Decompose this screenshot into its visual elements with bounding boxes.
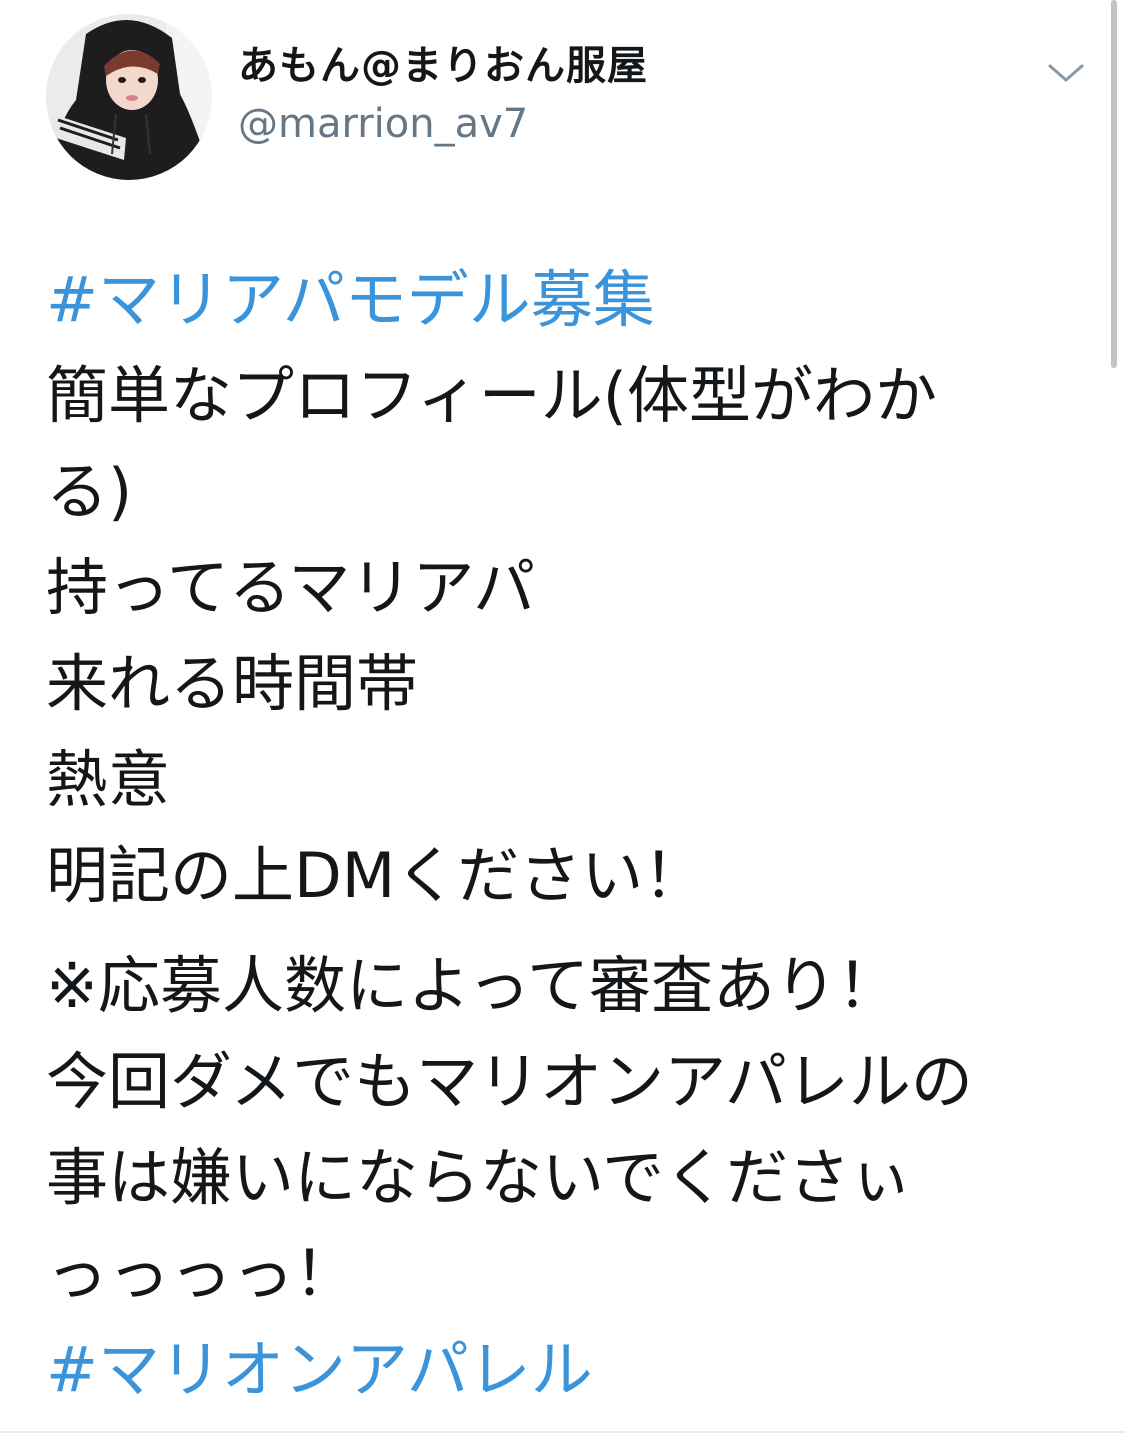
profile-photo-icon: [46, 14, 212, 180]
chevron-down-icon[interactable]: [1046, 58, 1086, 88]
user-handle[interactable]: @marrion_av7: [238, 96, 648, 152]
tweet-line: 熱意: [46, 743, 171, 816]
tweet-line: 今回ダメでもマリオンアパレルの: [46, 1045, 973, 1118]
display-name[interactable]: あもん@まりおん服屋: [238, 40, 648, 92]
tweet-line: 来れる時間帯: [46, 647, 419, 720]
user-names: あもん@まりおん服屋 @marrion_av7: [238, 40, 648, 152]
hashtag-link[interactable]: #マリアパモデル募集: [46, 252, 1086, 348]
tweet-line: 簡単なプロフィール(体型がわか: [46, 359, 937, 432]
tweet-header: あもん@まりおん服屋 @marrion_av7: [46, 14, 1086, 184]
divider: [0, 1431, 1125, 1433]
tweet-line: 事は嫌いにならないでくださぃ: [46, 1141, 913, 1214]
avatar[interactable]: [46, 14, 212, 180]
tweet-line: 明記の上DMください！: [46, 839, 706, 912]
tweet-line: る): [46, 455, 133, 528]
tweet-line: っっっっ！: [46, 1237, 357, 1310]
hashtag-link[interactable]: #マリオンアパレル: [46, 1322, 1086, 1418]
scrollbar[interactable]: [1111, 0, 1117, 368]
tweet-line: 持ってるマリアパ: [46, 551, 536, 624]
tweet-text: #マリアパモデル募集 簡単なプロフィール(体型がわか る) 持ってるマリアパ 来…: [46, 252, 1086, 1418]
tweet-line: ※応募人数によって審査あり！: [46, 949, 899, 1022]
tweet-card: あもん@まりおん服屋 @marrion_av7 #マリアパモデル募集 簡単なプロ…: [0, 0, 1125, 1443]
